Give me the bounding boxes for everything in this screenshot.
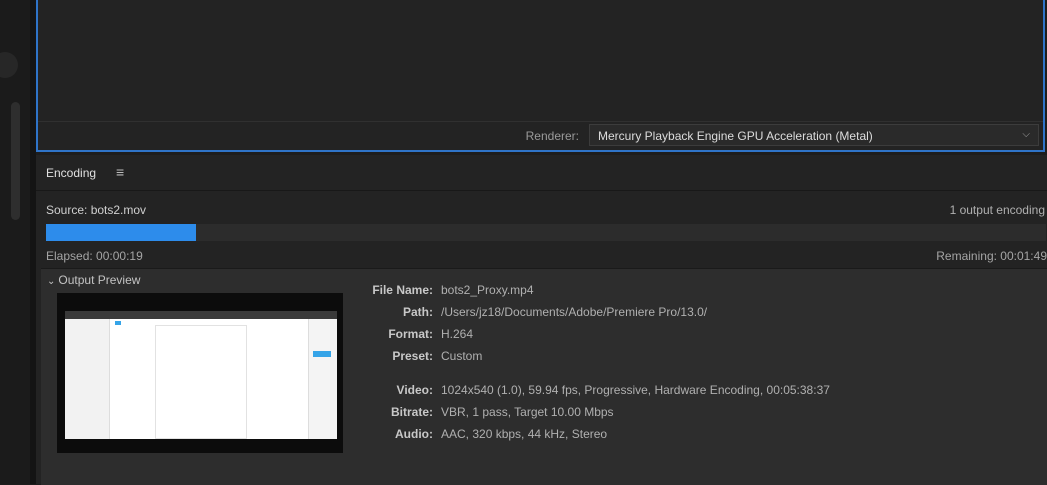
output-preview-section: ⌄ Output Preview File Name: bots2_Proxy.mp… <box>41 268 1047 485</box>
source-label: Source: bots2.mov <box>46 203 147 217</box>
encoding-panel-header: Encoding ≡ <box>36 155 1047 191</box>
remaining-time: Remaining: 00:01:49 <box>936 249 1047 263</box>
metadata-value: /Users/jz18/Documents/Adobe/Premiere Pro… <box>441 305 708 319</box>
hamburger-menu-icon[interactable]: ≡ <box>116 164 124 180</box>
output-thumbnail <box>57 293 343 453</box>
video-preview-panel: Renderer: Mercury Playback Engine GPU Ac… <box>36 0 1045 152</box>
metadata-label: Video: <box>396 383 433 397</box>
metadata-value: H.264 <box>441 327 474 341</box>
renderer-label: Renderer: <box>525 129 579 143</box>
chevron-down-icon: ⌵ <box>1022 129 1030 140</box>
output-count: 1 output encoding <box>949 203 1045 217</box>
chevron-down-icon: ⌄ <box>47 276 56 287</box>
encoding-panel: Encoding ≡ Source: bots2.mov 1 output en… <box>36 155 1047 485</box>
renderer-value: Mercury Playback Engine GPU Acceleration… <box>598 129 873 143</box>
metadata-value: Custom <box>441 349 483 363</box>
metadata-value: 1024x540 (1.0), 59.94 fps, Progressive, … <box>441 383 830 397</box>
metadata-label: Audio: <box>395 427 433 441</box>
metadata-label: File Name: <box>372 283 433 297</box>
renderer-row: Renderer: Mercury Playback Engine GPU Ac… <box>38 121 1043 150</box>
progress-fill <box>46 224 196 241</box>
panel-edge-button[interactable] <box>0 52 18 78</box>
output-preview-label: Output Preview <box>58 273 141 287</box>
left-scrollbar-thumb[interactable] <box>11 102 20 220</box>
metadata-label: Format: <box>388 327 433 341</box>
metadata-label: Bitrate: <box>390 405 433 419</box>
elapsed-time: Elapsed: 00:00:19 <box>46 249 143 263</box>
metadata-label: Preset: <box>392 349 433 363</box>
renderer-select[interactable]: Mercury Playback Engine GPU Acceleration… <box>589 124 1039 146</box>
panel-title[interactable]: Encoding <box>46 166 96 180</box>
thumbnail-screen <box>65 311 337 439</box>
metadata-value: bots2_Proxy.mp4 <box>441 283 534 297</box>
output-preview-toggle[interactable]: ⌄ Output Preview <box>47 273 140 287</box>
left-panel-strip <box>0 0 30 484</box>
metadata-value: AAC, 320 kbps, 44 kHz, Stereo <box>441 427 608 441</box>
progress-bar <box>46 224 1046 241</box>
metadata-value: VBR, 1 pass, Target 10.00 Mbps <box>441 405 614 419</box>
metadata-label: Path: <box>403 305 433 319</box>
